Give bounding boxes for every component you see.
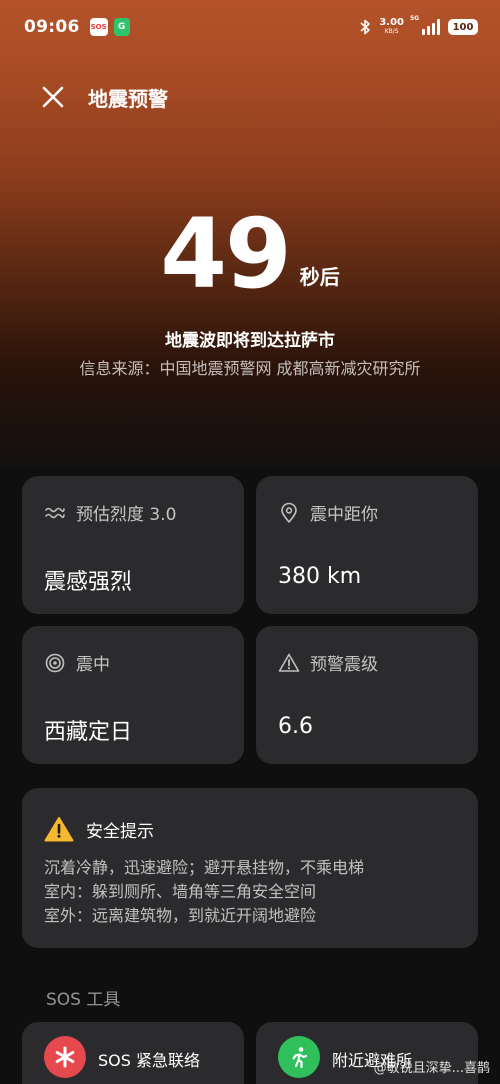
safety-tip-line: 室外：远离建筑物，到就近开阔地避险 xyxy=(44,906,317,925)
countdown-seconds: 49 xyxy=(160,198,292,310)
warning-triangle-icon xyxy=(278,653,300,672)
signal-type-label: 5G xyxy=(410,15,420,22)
waves-icon xyxy=(45,507,65,518)
countdown: 49 秒后 xyxy=(0,192,500,302)
epicenter-card: 震中 西藏定日 xyxy=(22,626,244,764)
status-time: 09:06 xyxy=(24,17,80,37)
sos-tools-section-label: SOS 工具 xyxy=(46,990,121,1010)
asterisk-emergency-icon xyxy=(44,1036,86,1078)
intensity-value: 震感强烈 xyxy=(44,570,133,595)
battery-icon: 100 xyxy=(448,19,478,35)
bluetooth-icon xyxy=(360,19,371,35)
page-title: 地震预警 xyxy=(88,86,168,111)
sos-contact-button[interactable]: SOS 紧急联络 xyxy=(22,1022,244,1084)
safety-tips-title: 安全提示 xyxy=(86,821,154,842)
epicenter-value: 西藏定日 xyxy=(44,720,133,745)
alert-message: 地震波即将到达拉萨市 xyxy=(165,331,335,351)
location-pin-icon xyxy=(281,502,297,523)
safety-tip-line: 室内：躲到厕所、墙角等三角安全空间 xyxy=(44,882,317,901)
status-bar: 09:06 SOS G 3.00 KB/S 5G 100 xyxy=(0,0,500,54)
watermark: @敏锐且深挚...喜鹊 xyxy=(373,1061,490,1076)
network-speed-unit: KB/S xyxy=(384,28,399,35)
intensity-label: 预估烈度 3.0 xyxy=(76,505,177,525)
safety-tip-line: 沉着冷静，迅速避险；避开悬挂物，不乘电梯 xyxy=(44,858,365,877)
distance-label: 震中距你 xyxy=(310,505,378,525)
epicenter-label: 震中 xyxy=(76,655,110,675)
distance-value: 380 km xyxy=(278,564,362,589)
warning-icon xyxy=(44,817,74,842)
sos-contact-label: SOS 紧急联络 xyxy=(98,1051,200,1070)
status-indicators: 3.00 KB/S 5G 100 xyxy=(359,15,478,36)
running-person-icon xyxy=(278,1036,320,1078)
magnitude-value: 6.6 xyxy=(278,714,313,739)
page-header: 地震预警 xyxy=(40,80,168,114)
network-speed-value: 3.00 xyxy=(379,17,404,28)
cellular-signal-icon: 5G xyxy=(410,15,440,35)
magnitude-card: 预警震级 6.6 xyxy=(256,626,478,764)
network-speed: 3.00 KB/S xyxy=(379,18,404,36)
alert-source: 信息来源：中国地震预警网 成都高新减灾研究所 xyxy=(79,359,421,378)
countdown-unit: 秒后 xyxy=(299,265,340,289)
safety-tips-card: 安全提示 沉着冷静，迅速避险；避开悬挂物，不乘电梯 室内：躲到厕所、墙角等三角安… xyxy=(22,788,478,948)
close-icon[interactable] xyxy=(40,84,66,110)
distance-card: 震中距你 380 km xyxy=(256,476,478,614)
app-notification-icon: G xyxy=(113,18,130,36)
target-icon xyxy=(45,653,65,672)
magnitude-label: 预警震级 xyxy=(310,655,378,675)
intensity-card: 预估烈度 3.0 震感强烈 xyxy=(22,476,244,614)
safety-tips-list: 沉着冷静，迅速避险；避开悬挂物，不乘电梯 室内：躲到厕所、墙角等三角安全空间 室… xyxy=(44,856,364,928)
sos-status-icon: SOS xyxy=(89,18,108,36)
